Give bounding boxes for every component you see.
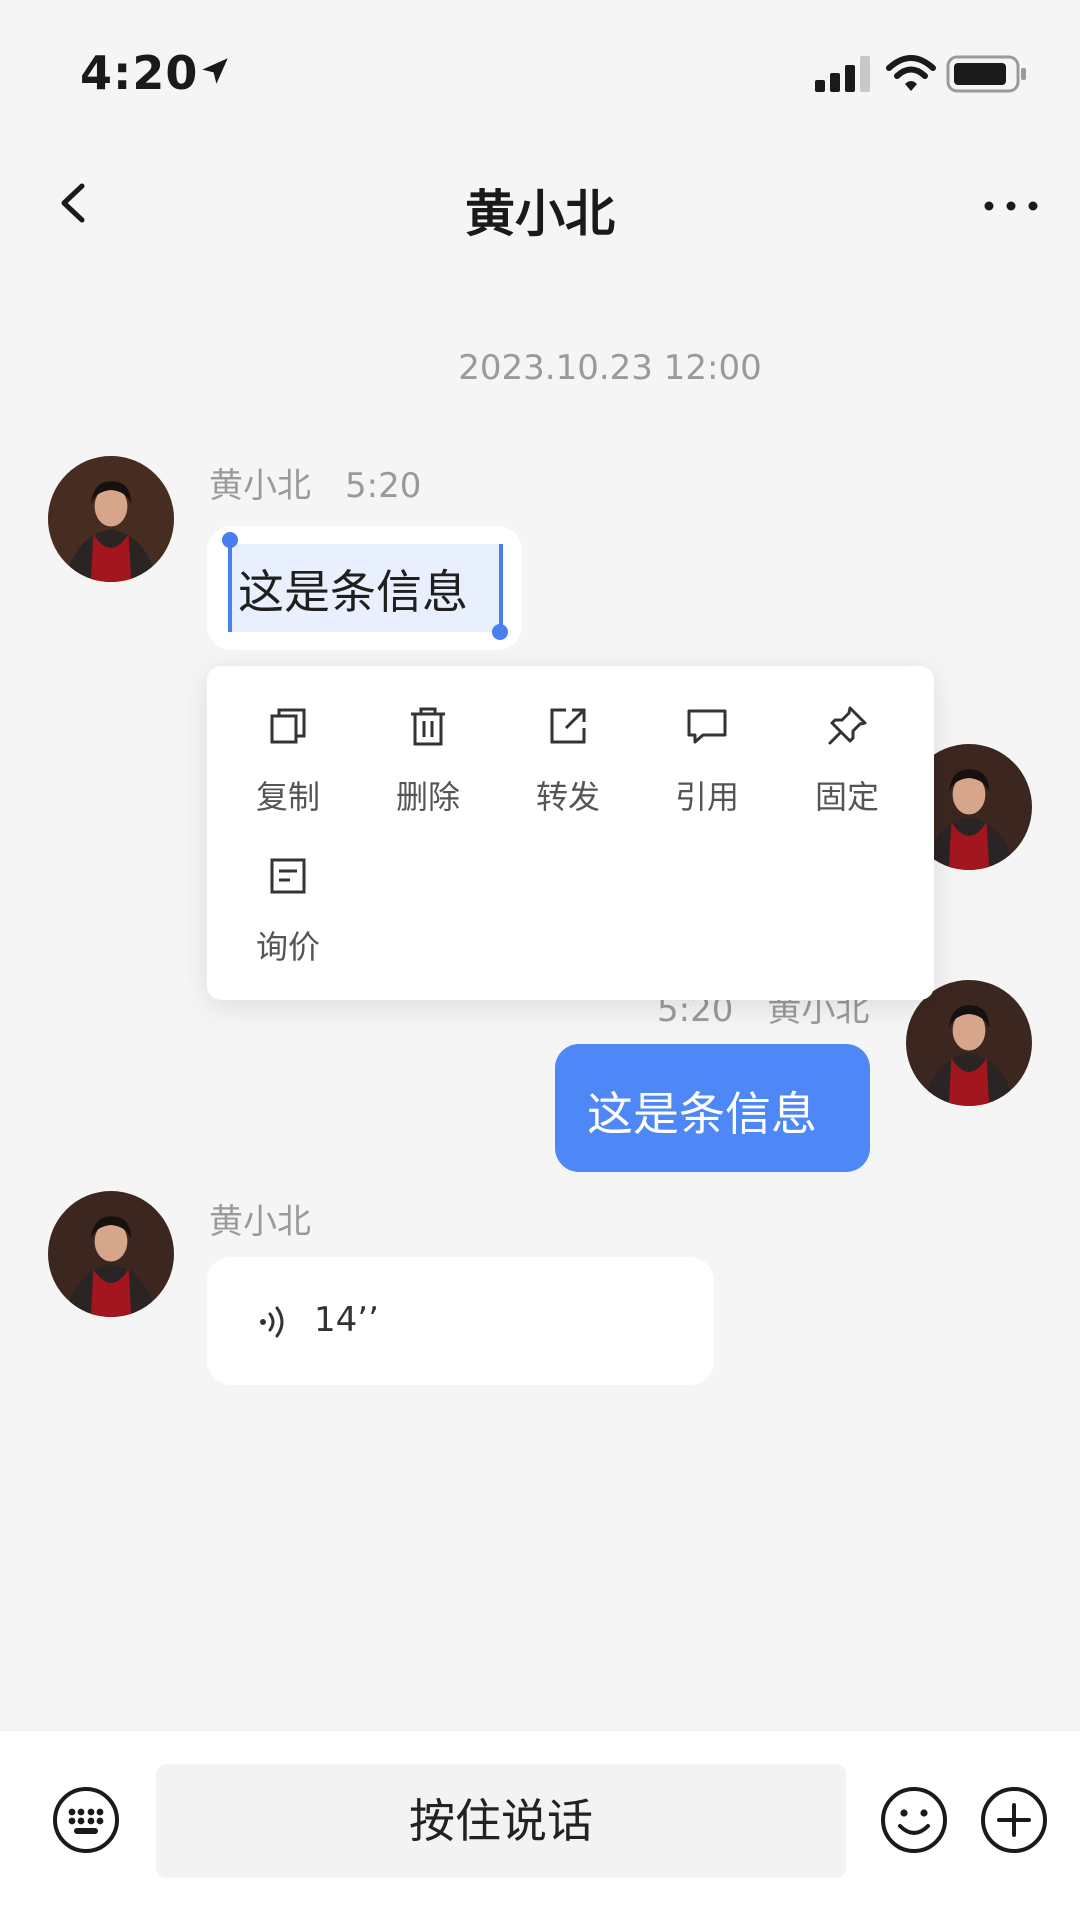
wifi-icon [886, 55, 936, 91]
copy-icon [270, 708, 306, 744]
keyboard-icon[interactable] [52, 1786, 120, 1854]
pin-icon [828, 706, 867, 745]
sender-info: 黄小北 [209, 1194, 311, 1243]
message-bubble-outgoing[interactable]: 这是条信息 [555, 1044, 870, 1172]
avatar-photo [48, 1191, 174, 1317]
location-arrow-icon [202, 58, 228, 84]
menu-item-delete[interactable]: 删除 [368, 702, 488, 818]
trash-icon [411, 707, 445, 746]
selection-handle-end-knob[interactable] [492, 624, 508, 640]
menu-item-pin[interactable]: 固定 [787, 702, 907, 818]
selection-handle-start[interactable] [228, 544, 232, 632]
menu-item-label: 复制 [255, 778, 320, 816]
menu-item-copy[interactable]: 复制 [228, 702, 348, 818]
menu-item-label: 固定 [814, 778, 879, 816]
cellular-signal-icon [815, 56, 870, 92]
hold-to-talk-button[interactable]: 按住说话 [156, 1764, 846, 1878]
message-time: 5:20 [345, 466, 422, 506]
message-text[interactable]: 这是条信息 [238, 556, 468, 622]
menu-item-label: 询价 [255, 928, 320, 966]
message-context-menu: 复制 删除 转发 引用 固定 询价 [207, 666, 934, 1000]
voice-wave-icon [260, 1306, 284, 1338]
selection-handle-start-knob[interactable] [222, 532, 238, 548]
menu-item-inquiry[interactable]: 询价 [228, 852, 348, 968]
avatar[interactable] [48, 1191, 174, 1317]
sender-name: 黄小北 [209, 1202, 311, 1242]
menu-item-label: 转发 [535, 778, 600, 816]
menu-item-label: 引用 [674, 778, 739, 816]
selection-handle-end[interactable] [499, 544, 503, 632]
more-options-icon[interactable] [982, 196, 1040, 216]
forward-icon [550, 708, 586, 744]
sender-info: 黄小北 5:20 [209, 458, 421, 507]
emoji-icon[interactable] [880, 1786, 948, 1854]
avatar[interactable] [48, 456, 174, 582]
sender-name: 黄小北 [209, 466, 311, 506]
menu-item-forward[interactable]: 转发 [508, 702, 628, 818]
avatar-photo [48, 456, 174, 582]
menu-item-label: 删除 [395, 778, 460, 816]
chat-timestamp: 2023.10.23 12:00 [458, 348, 762, 388]
battery-icon [946, 55, 1026, 93]
message-text[interactable]: 这是条信息 [587, 1078, 817, 1144]
menu-item-quote[interactable]: 引用 [647, 702, 767, 818]
status-time: 4:20 [80, 46, 199, 100]
page-title: 黄小北 [465, 185, 615, 243]
voice-duration: 14’’ [314, 1300, 379, 1340]
quote-icon [687, 709, 727, 744]
add-attachment-icon[interactable] [980, 1786, 1048, 1854]
inquiry-icon [270, 858, 306, 894]
